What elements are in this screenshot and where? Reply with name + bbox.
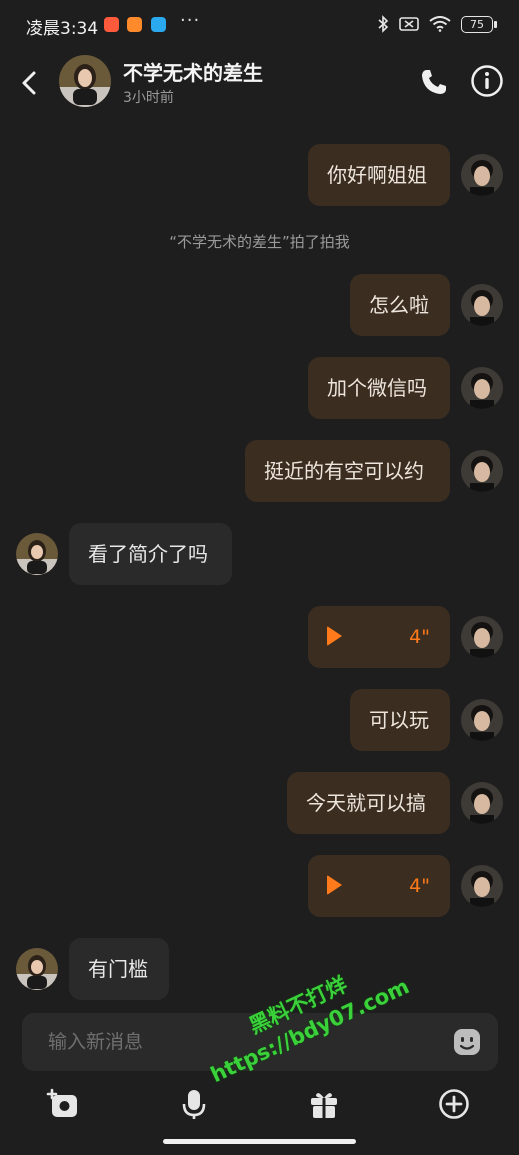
avatar-image	[461, 367, 503, 409]
add-icon	[439, 1089, 469, 1119]
no-sim-icon	[399, 17, 419, 31]
message-text: 加个微信吗	[327, 376, 427, 400]
message-text: 看了简介了吗	[88, 542, 208, 566]
avatar-image	[461, 865, 503, 907]
gift-button[interactable]	[306, 1086, 342, 1122]
wifi-icon	[429, 16, 451, 32]
message-text: 有门槛	[88, 957, 148, 981]
app-notification-icon	[151, 17, 166, 32]
bluetooth-icon	[378, 15, 389, 33]
avatar-image	[461, 616, 503, 658]
received-message[interactable]: 有门槛	[69, 938, 169, 1000]
voice-input-button[interactable]	[176, 1086, 212, 1122]
sent-message[interactable]: 今天就可以搞	[287, 772, 450, 834]
back-button[interactable]	[14, 66, 44, 100]
info-icon	[471, 65, 503, 97]
my-avatar[interactable]	[461, 616, 503, 658]
girl-avatar-image	[59, 55, 111, 107]
my-avatar[interactable]	[461, 699, 503, 741]
avatar-image	[461, 154, 503, 196]
message-text: 挺近的有空可以约	[264, 459, 424, 483]
message-text: 你好啊姐姐	[327, 163, 427, 187]
voice-message[interactable]: 4"	[308, 855, 450, 917]
status-bar: 凌晨3:34 ··· 75	[0, 0, 519, 52]
sent-message[interactable]: 可以玩	[350, 689, 450, 751]
gift-icon	[311, 1093, 337, 1118]
sent-message[interactable]: 怎么啦	[350, 274, 450, 336]
my-avatar[interactable]	[461, 865, 503, 907]
voice-message[interactable]: 4"	[308, 606, 450, 668]
add-button[interactable]	[436, 1086, 472, 1122]
camera-button[interactable]	[46, 1086, 82, 1122]
app-notification-icon	[127, 17, 142, 32]
phone-icon	[422, 70, 446, 94]
emoji-button[interactable]	[452, 1027, 482, 1057]
battery-icon: 75	[461, 15, 497, 33]
home-indicator[interactable]	[163, 1139, 356, 1144]
my-avatar[interactable]	[461, 284, 503, 326]
contact-avatar[interactable]	[16, 948, 58, 990]
message-text: 今天就可以搞	[306, 791, 426, 815]
my-avatar[interactable]	[461, 450, 503, 492]
avatar-image	[461, 699, 503, 741]
system-notice: “不学无术的差生”拍了拍我	[169, 233, 350, 251]
message-text: 怎么啦	[369, 293, 429, 317]
message-text: 可以玩	[369, 708, 429, 732]
sent-message[interactable]: 挺近的有空可以约	[245, 440, 450, 502]
back-icon	[22, 71, 36, 95]
received-message[interactable]: 看了简介了吗	[69, 523, 232, 585]
status-time: 凌晨3:34	[26, 19, 99, 39]
sent-message[interactable]: 你好啊姐姐	[308, 144, 450, 206]
my-avatar[interactable]	[461, 782, 503, 824]
my-avatar[interactable]	[461, 154, 503, 196]
call-button[interactable]	[418, 66, 450, 98]
avatar-image	[461, 782, 503, 824]
status-more-icon: ···	[180, 10, 201, 31]
contact-avatar[interactable]	[59, 55, 111, 107]
bottom-toolbar	[0, 1082, 519, 1126]
emoji-icon	[454, 1029, 480, 1055]
avatar-image	[461, 450, 503, 492]
camera-icon	[46, 1088, 77, 1117]
voice-duration: 4"	[409, 875, 430, 897]
voice-duration: 4"	[409, 626, 430, 648]
contact-name: 不学无术的差生	[123, 61, 263, 85]
play-icon	[327, 626, 342, 646]
contact-avatar[interactable]	[16, 533, 58, 575]
chat-header: 不学无术的差生 3小时前	[0, 52, 519, 118]
play-icon	[327, 875, 342, 895]
mic-icon	[182, 1090, 206, 1119]
app-notification-icon	[104, 17, 119, 32]
avatar-image	[461, 284, 503, 326]
my-avatar[interactable]	[461, 367, 503, 409]
info-button[interactable]	[470, 64, 504, 98]
girl-avatar-image	[16, 533, 58, 575]
sent-message[interactable]: 加个微信吗	[308, 357, 450, 419]
last-seen: 3小时前	[123, 90, 174, 106]
girl-avatar-image	[16, 948, 58, 990]
